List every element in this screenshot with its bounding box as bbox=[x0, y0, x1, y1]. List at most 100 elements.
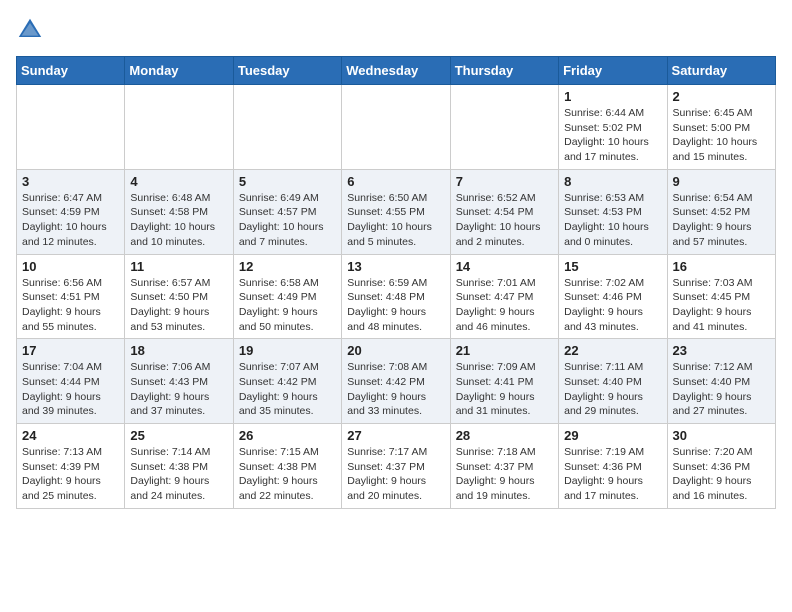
day-info: Sunrise: 7:13 AM Sunset: 4:39 PM Dayligh… bbox=[22, 445, 119, 504]
calendar-cell bbox=[233, 85, 341, 170]
calendar-table: SundayMondayTuesdayWednesdayThursdayFrid… bbox=[16, 56, 776, 509]
day-info: Sunrise: 7:06 AM Sunset: 4:43 PM Dayligh… bbox=[130, 360, 227, 419]
day-number: 14 bbox=[456, 259, 553, 274]
day-info: Sunrise: 7:19 AM Sunset: 4:36 PM Dayligh… bbox=[564, 445, 661, 504]
calendar-cell: 27 Sunrise: 7:17 AM Sunset: 4:37 PM Dayli… bbox=[342, 424, 450, 509]
day-number: 28 bbox=[456, 428, 553, 443]
day-number: 9 bbox=[673, 174, 770, 189]
calendar-cell: 21 Sunrise: 7:09 AM Sunset: 4:41 PM Dayli… bbox=[450, 339, 558, 424]
day-info: Sunrise: 6:47 AM Sunset: 4:59 PM Dayligh… bbox=[22, 191, 119, 250]
calendar-header-row: SundayMondayTuesdayWednesdayThursdayFrid… bbox=[17, 57, 776, 85]
day-number: 1 bbox=[564, 89, 661, 104]
day-info: Sunrise: 7:02 AM Sunset: 4:46 PM Dayligh… bbox=[564, 276, 661, 335]
calendar-cell: 5 Sunrise: 6:49 AM Sunset: 4:57 PM Daylig… bbox=[233, 169, 341, 254]
day-info: Sunrise: 6:56 AM Sunset: 4:51 PM Dayligh… bbox=[22, 276, 119, 335]
calendar-cell bbox=[125, 85, 233, 170]
day-number: 6 bbox=[347, 174, 444, 189]
page-header bbox=[16, 16, 776, 44]
day-number: 11 bbox=[130, 259, 227, 274]
day-number: 26 bbox=[239, 428, 336, 443]
day-number: 20 bbox=[347, 343, 444, 358]
day-number: 30 bbox=[673, 428, 770, 443]
day-number: 2 bbox=[673, 89, 770, 104]
day-header-friday: Friday bbox=[559, 57, 667, 85]
day-info: Sunrise: 7:09 AM Sunset: 4:41 PM Dayligh… bbox=[456, 360, 553, 419]
calendar-cell: 17Sunrise: 7:04 AM Sunset: 4:44 PM Dayli… bbox=[17, 339, 125, 424]
day-info: Sunrise: 7:01 AM Sunset: 4:47 PM Dayligh… bbox=[456, 276, 553, 335]
day-info: Sunrise: 7:15 AM Sunset: 4:38 PM Dayligh… bbox=[239, 445, 336, 504]
calendar-cell: 6 Sunrise: 6:50 AM Sunset: 4:55 PM Daylig… bbox=[342, 169, 450, 254]
day-info: Sunrise: 7:18 AM Sunset: 4:37 PM Dayligh… bbox=[456, 445, 553, 504]
day-info: Sunrise: 6:52 AM Sunset: 4:54 PM Dayligh… bbox=[456, 191, 553, 250]
day-info: Sunrise: 6:50 AM Sunset: 4:55 PM Dayligh… bbox=[347, 191, 444, 250]
calendar-cell: 8Sunrise: 6:53 AM Sunset: 4:53 PM Daylig… bbox=[559, 169, 667, 254]
day-info: Sunrise: 6:59 AM Sunset: 4:48 PM Dayligh… bbox=[347, 276, 444, 335]
day-number: 19 bbox=[239, 343, 336, 358]
day-info: Sunrise: 7:17 AM Sunset: 4:37 PM Dayligh… bbox=[347, 445, 444, 504]
day-header-wednesday: Wednesday bbox=[342, 57, 450, 85]
day-number: 15 bbox=[564, 259, 661, 274]
day-number: 24 bbox=[22, 428, 119, 443]
day-info: Sunrise: 6:54 AM Sunset: 4:52 PM Dayligh… bbox=[673, 191, 770, 250]
calendar-cell: 12 Sunrise: 6:58 AM Sunset: 4:49 PM Dayli… bbox=[233, 254, 341, 339]
calendar-cell: 7 Sunrise: 6:52 AM Sunset: 4:54 PM Daylig… bbox=[450, 169, 558, 254]
calendar-cell: 22 Sunrise: 7:11 AM Sunset: 4:40 PM Dayli… bbox=[559, 339, 667, 424]
day-number: 7 bbox=[456, 174, 553, 189]
calendar-cell: 1 Sunrise: 6:44 AM Sunset: 5:02 PM Daylig… bbox=[559, 85, 667, 170]
calendar-cell: 23 Sunrise: 7:12 AM Sunset: 4:40 PM Dayli… bbox=[667, 339, 775, 424]
day-info: Sunrise: 6:48 AM Sunset: 4:58 PM Dayligh… bbox=[130, 191, 227, 250]
day-number: 21 bbox=[456, 343, 553, 358]
calendar-cell bbox=[17, 85, 125, 170]
day-header-monday: Monday bbox=[125, 57, 233, 85]
day-number: 3 bbox=[22, 174, 119, 189]
day-number: 23 bbox=[673, 343, 770, 358]
calendar-cell: 9 Sunrise: 6:54 AM Sunset: 4:52 PM Daylig… bbox=[667, 169, 775, 254]
logo bbox=[16, 16, 48, 44]
logo-icon bbox=[16, 16, 44, 44]
calendar-cell: 10 Sunrise: 6:56 AM Sunset: 4:51 PM Dayli… bbox=[17, 254, 125, 339]
day-number: 5 bbox=[239, 174, 336, 189]
day-info: Sunrise: 6:44 AM Sunset: 5:02 PM Dayligh… bbox=[564, 106, 661, 165]
calendar-week-row: 3 Sunrise: 6:47 AM Sunset: 4:59 PM Daylig… bbox=[17, 169, 776, 254]
day-info: Sunrise: 7:11 AM Sunset: 4:40 PM Dayligh… bbox=[564, 360, 661, 419]
calendar-cell bbox=[342, 85, 450, 170]
day-number: 18 bbox=[130, 343, 227, 358]
calendar-cell: 24 Sunrise: 7:13 AM Sunset: 4:39 PM Dayli… bbox=[17, 424, 125, 509]
day-header-saturday: Saturday bbox=[667, 57, 775, 85]
day-number: 27 bbox=[347, 428, 444, 443]
calendar-cell: 20 Sunrise: 7:08 AM Sunset: 4:42 PM Dayli… bbox=[342, 339, 450, 424]
day-number: 16 bbox=[673, 259, 770, 274]
calendar-week-row: 1 Sunrise: 6:44 AM Sunset: 5:02 PM Daylig… bbox=[17, 85, 776, 170]
calendar-cell: 25Sunrise: 7:14 AM Sunset: 4:38 PM Dayli… bbox=[125, 424, 233, 509]
day-info: Sunrise: 7:12 AM Sunset: 4:40 PM Dayligh… bbox=[673, 360, 770, 419]
calendar-cell: 19 Sunrise: 7:07 AM Sunset: 4:42 PM Dayli… bbox=[233, 339, 341, 424]
day-info: Sunrise: 6:57 AM Sunset: 4:50 PM Dayligh… bbox=[130, 276, 227, 335]
day-info: Sunrise: 7:07 AM Sunset: 4:42 PM Dayligh… bbox=[239, 360, 336, 419]
day-header-sunday: Sunday bbox=[17, 57, 125, 85]
day-number: 10 bbox=[22, 259, 119, 274]
calendar-week-row: 10 Sunrise: 6:56 AM Sunset: 4:51 PM Dayli… bbox=[17, 254, 776, 339]
day-header-tuesday: Tuesday bbox=[233, 57, 341, 85]
day-number: 22 bbox=[564, 343, 661, 358]
calendar-cell: 15 Sunrise: 7:02 AM Sunset: 4:46 PM Dayli… bbox=[559, 254, 667, 339]
calendar-cell: 26 Sunrise: 7:15 AM Sunset: 4:38 PM Dayli… bbox=[233, 424, 341, 509]
day-info: Sunrise: 6:45 AM Sunset: 5:00 PM Dayligh… bbox=[673, 106, 770, 165]
calendar-cell: 30Sunrise: 7:20 AM Sunset: 4:36 PM Dayli… bbox=[667, 424, 775, 509]
day-info: Sunrise: 7:04 AM Sunset: 4:44 PM Dayligh… bbox=[22, 360, 119, 419]
calendar-cell bbox=[450, 85, 558, 170]
calendar-week-row: 17Sunrise: 7:04 AM Sunset: 4:44 PM Dayli… bbox=[17, 339, 776, 424]
day-number: 8 bbox=[564, 174, 661, 189]
day-number: 12 bbox=[239, 259, 336, 274]
calendar-cell: 2 Sunrise: 6:45 AM Sunset: 5:00 PM Daylig… bbox=[667, 85, 775, 170]
day-number: 13 bbox=[347, 259, 444, 274]
day-info: Sunrise: 7:08 AM Sunset: 4:42 PM Dayligh… bbox=[347, 360, 444, 419]
calendar-cell: 16 Sunrise: 7:03 AM Sunset: 4:45 PM Dayli… bbox=[667, 254, 775, 339]
calendar-cell: 11 Sunrise: 6:57 AM Sunset: 4:50 PM Dayli… bbox=[125, 254, 233, 339]
day-info: Sunrise: 6:58 AM Sunset: 4:49 PM Dayligh… bbox=[239, 276, 336, 335]
calendar-cell: 13 Sunrise: 6:59 AM Sunset: 4:48 PM Dayli… bbox=[342, 254, 450, 339]
calendar-cell: 18 Sunrise: 7:06 AM Sunset: 4:43 PM Dayli… bbox=[125, 339, 233, 424]
calendar-cell: 29 Sunrise: 7:19 AM Sunset: 4:36 PM Dayli… bbox=[559, 424, 667, 509]
day-info: Sunrise: 6:49 AM Sunset: 4:57 PM Dayligh… bbox=[239, 191, 336, 250]
day-number: 29 bbox=[564, 428, 661, 443]
day-info: Sunrise: 7:03 AM Sunset: 4:45 PM Dayligh… bbox=[673, 276, 770, 335]
